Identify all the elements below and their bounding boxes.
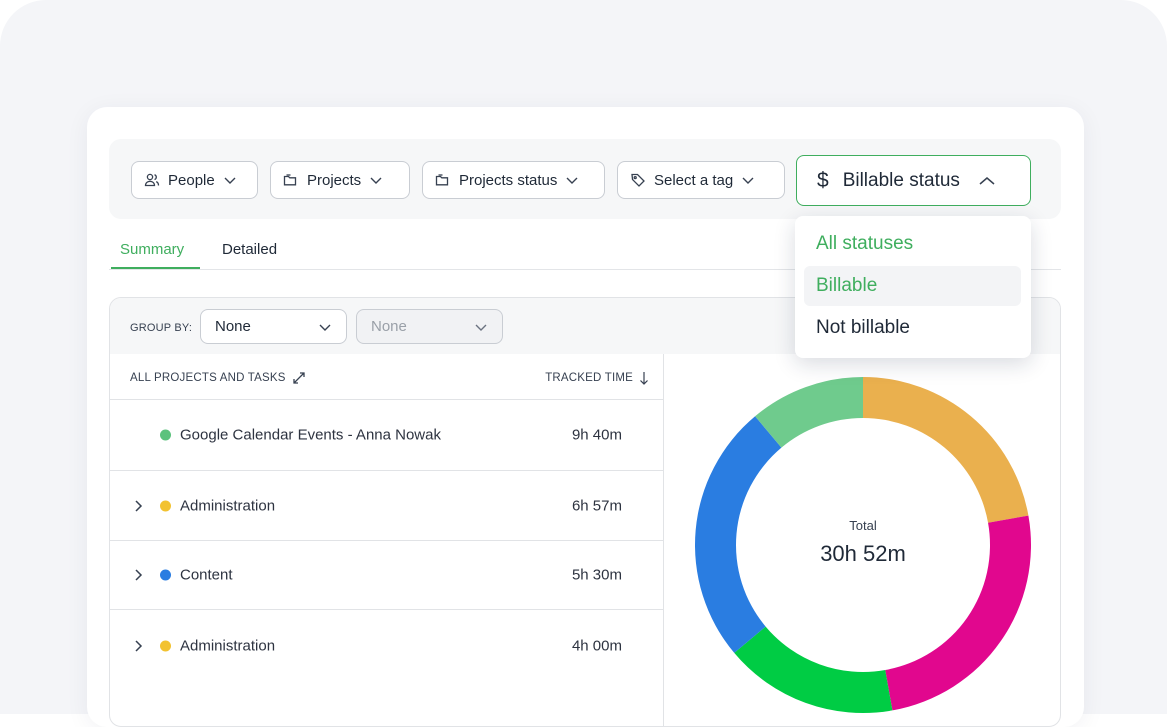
- people-filter-label: People: [168, 171, 215, 189]
- project-time: 9h 40m: [571, 426, 622, 444]
- table-row[interactable]: Administration 6h 57m: [110, 470, 664, 540]
- project-name: Content: [180, 566, 233, 584]
- project-name: Google Calendar Events - Anna Nowak: [180, 426, 441, 444]
- chevron-down-icon: [224, 177, 236, 184]
- chevron-down-icon: [566, 177, 578, 184]
- projects-table: ALL PROJECTS AND TASKS TRACKED TIME Goog…: [110, 354, 664, 726]
- billable-status-filter-label: Billable status: [842, 169, 960, 191]
- project-color-dot: [160, 640, 171, 651]
- tab-detailed[interactable]: Detailed: [222, 241, 277, 258]
- projects-status-filter-button[interactable]: Projects status: [422, 161, 605, 199]
- projects-status-filter-label: Projects status: [459, 171, 558, 189]
- tab-summary[interactable]: Summary: [120, 241, 184, 258]
- project-time: 6h 57m: [571, 497, 622, 514]
- folder-icon: [283, 174, 297, 186]
- projects-column-header: ALL PROJECTS AND TASKS: [130, 371, 306, 385]
- projects-filter-label: Projects: [307, 171, 362, 189]
- people-icon: [144, 173, 160, 187]
- chevron-down-icon: [319, 324, 331, 331]
- table-row[interactable]: Administration 4h 00m: [110, 609, 664, 681]
- group-by-primary-select[interactable]: None: [200, 309, 347, 344]
- chevron-right-icon[interactable]: [134, 639, 144, 653]
- chevron-right-icon[interactable]: [134, 568, 144, 582]
- sort-down-icon: [640, 372, 648, 385]
- dollar-icon: $: [817, 168, 829, 192]
- active-tab-indicator: [111, 267, 200, 269]
- chevron-down-icon: [370, 177, 382, 184]
- total-value: 30h 52m: [820, 541, 906, 566]
- chevron-right-icon[interactable]: [134, 499, 144, 513]
- table-row[interactable]: Content 5h 30m: [110, 540, 664, 609]
- chevron-down-icon: [475, 324, 487, 331]
- billable-status-dropdown: All statuses Billable Not billable: [795, 216, 1031, 358]
- chevron-down-icon: [742, 177, 754, 184]
- group-by-label: GROUP BY:: [130, 322, 193, 334]
- option-not-billable[interactable]: Not billable: [804, 308, 1021, 348]
- folder-icon: [435, 174, 449, 186]
- option-all-statuses[interactable]: All statuses: [804, 224, 1021, 264]
- group-by-primary-value: None: [215, 318, 251, 335]
- tag-filter-label: Select a tag: [654, 171, 734, 189]
- project-color-dot: [160, 429, 171, 441]
- tag-icon: [631, 173, 645, 187]
- tracked-time-column-header[interactable]: TRACKED TIME: [545, 371, 649, 385]
- table-row[interactable]: Google Calendar Events - Anna Nowak 9h 4…: [110, 399, 664, 470]
- donut-segment-3: [695, 416, 782, 653]
- projects-column-label: ALL PROJECTS AND TASKS: [130, 372, 286, 384]
- projects-filter-button[interactable]: Projects: [270, 161, 410, 199]
- group-by-secondary-select: None: [356, 309, 503, 344]
- project-time: 4h 00m: [571, 637, 622, 654]
- people-filter-button[interactable]: People: [131, 161, 258, 199]
- group-by-secondary-value: None: [371, 318, 407, 335]
- tracked-time-donut: Total 30h 52m: [694, 376, 1032, 714]
- project-name: Administration: [180, 497, 276, 514]
- option-billable[interactable]: Billable: [804, 266, 1021, 306]
- project-time: 5h 30m: [571, 566, 622, 584]
- expand-icon[interactable]: [292, 371, 306, 385]
- project-name: Administration: [180, 637, 276, 654]
- project-color-dot: [160, 569, 171, 581]
- chevron-up-icon: [979, 176, 995, 185]
- total-label: Total: [849, 518, 877, 533]
- donut-segment-0: [863, 377, 1029, 523]
- tracked-time-column-label: TRACKED TIME: [545, 372, 633, 384]
- tag-filter-button[interactable]: Select a tag: [617, 161, 785, 199]
- project-color-dot: [160, 500, 171, 511]
- donut-segment-2: [734, 626, 893, 713]
- billable-status-filter-button[interactable]: $ Billable status: [796, 155, 1031, 206]
